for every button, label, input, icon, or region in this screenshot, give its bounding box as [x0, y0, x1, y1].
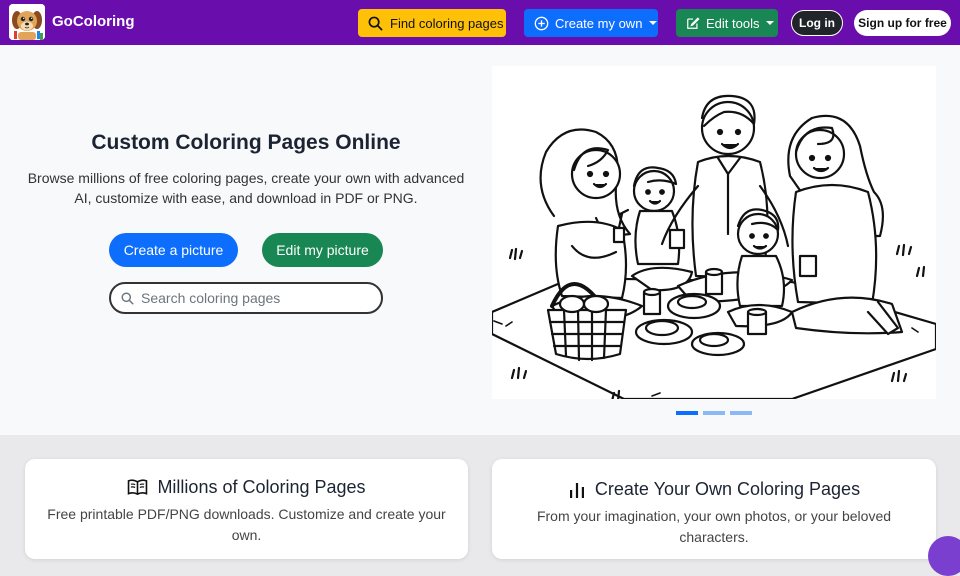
chevron-down-icon: [766, 21, 775, 25]
search-icon: [121, 292, 134, 305]
carousel-indicator-2[interactable]: [703, 411, 725, 415]
search-bar: [109, 282, 383, 314]
edit-picture-button[interactable]: Edit my picture: [262, 233, 383, 267]
card-title-row: Millions of Coloring Pages: [25, 477, 468, 498]
page-title: Custom Coloring Pages Online: [91, 131, 401, 154]
hero-subtitle: Browse millions of free coloring pages, …: [27, 170, 465, 206]
carousel-indicator-3[interactable]: [730, 411, 752, 415]
login-button[interactable]: Log in: [791, 10, 843, 36]
book-icon: [128, 479, 148, 496]
chevron-down-icon: [649, 21, 658, 25]
find-coloring-pages-button[interactable]: Find coloring pages: [358, 9, 506, 37]
signup-button[interactable]: Sign up for free: [854, 10, 951, 36]
edit-label: Edit tools: [706, 15, 760, 31]
search-input[interactable]: [141, 289, 371, 307]
create-label: Create my own: [555, 15, 643, 31]
find-label: Find coloring pages: [390, 15, 504, 31]
search-icon: [368, 16, 383, 30]
bar-chart-icon: [569, 482, 584, 498]
plus-circle-icon: [534, 16, 549, 30]
hero-illustration: [490, 66, 938, 403]
edit-tools-dropdown[interactable]: Edit tools: [676, 9, 778, 37]
card-description: From your imagination, your own photos, …: [536, 508, 892, 545]
carousel-indicator-1[interactable]: [676, 411, 698, 415]
card-title: Millions of Coloring Pages: [157, 477, 366, 497]
logo-dog-icon[interactable]: [9, 4, 45, 40]
card-title: Create Your Own Coloring Pages: [594, 479, 861, 499]
edit-icon: [687, 17, 700, 29]
brand-name[interactable]: GoColoring: [52, 13, 135, 30]
create-picture-button[interactable]: Create a picture: [109, 233, 238, 267]
feature-card-millions: Millions of Coloring Pages Free printabl…: [25, 459, 468, 559]
chat-widget-button[interactable]: [928, 536, 960, 576]
feature-card-create: Create Your Own Coloring Pages From your…: [492, 459, 936, 559]
create-my-own-dropdown[interactable]: Create my own: [524, 9, 658, 37]
card-title-row: Create Your Own Coloring Pages: [492, 479, 936, 500]
top-navbar: GoColoring Find coloring pages Create my…: [0, 0, 960, 45]
